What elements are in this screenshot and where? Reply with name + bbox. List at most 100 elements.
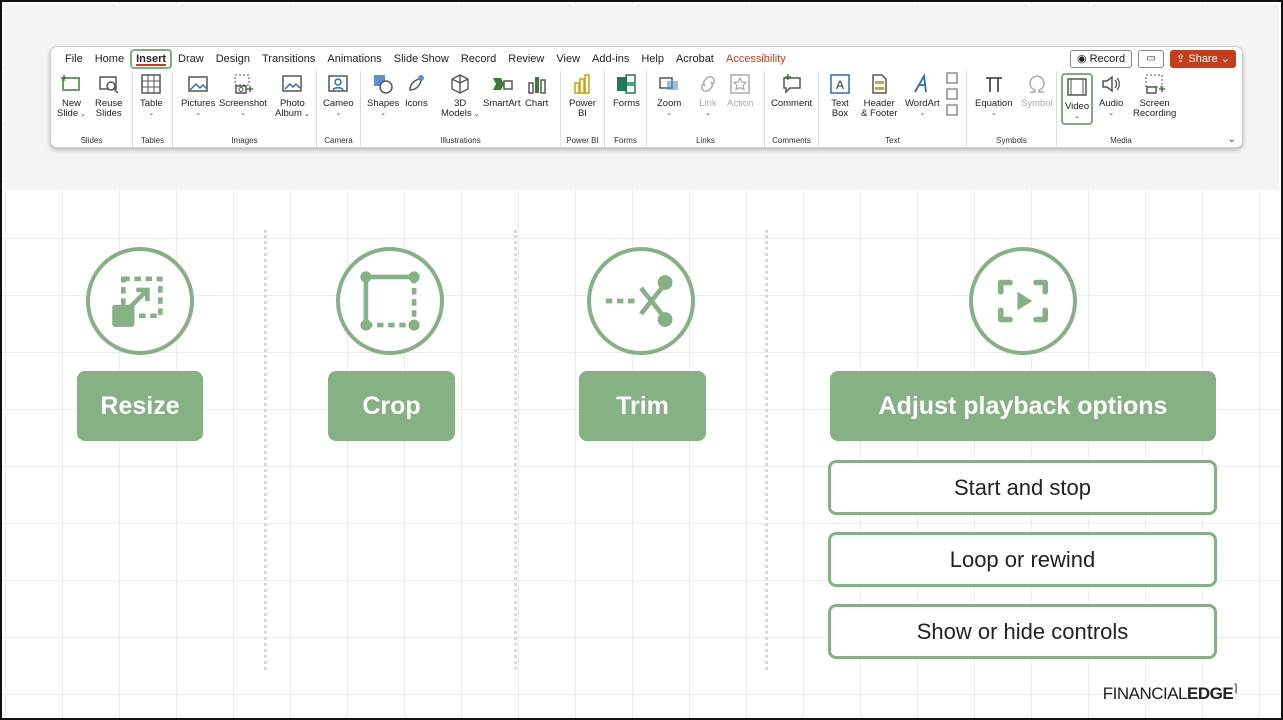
tab-draw[interactable]: Draw	[172, 49, 210, 69]
group-images: Pictures ⌄ Screenshot ⌄ Photo Album ⌄ Im…	[173, 71, 317, 147]
feature-trim-label: Trim	[579, 371, 706, 441]
column-divider	[765, 230, 768, 670]
new-slide-icon	[61, 75, 81, 91]
action-button[interactable]: Action	[727, 73, 753, 109]
ribbon-tools: New Slide ⌄ Reuse Slides Slides Table ⌄ …	[51, 71, 1242, 149]
icons-icon	[409, 75, 425, 91]
group-label-comments: Comments	[772, 136, 811, 145]
column-divider	[264, 230, 267, 670]
record-button[interactable]: ◉ Record	[1069, 50, 1133, 68]
new-slide-button[interactable]: New Slide ⌄	[57, 73, 86, 120]
group-label-illustrations: Illustrations	[440, 136, 481, 145]
tab-accessibility[interactable]: Accessibility	[720, 49, 792, 69]
omega-icon	[1029, 75, 1045, 93]
equation-button[interactable]: Equation ⌄	[975, 73, 1013, 119]
group-label-slides: Slides	[80, 136, 103, 145]
film-icon	[1067, 78, 1087, 96]
option-loop-rewind: Loop or rewind	[828, 532, 1217, 587]
group-slides: New Slide ⌄ Reuse Slides Slides	[51, 71, 133, 147]
group-label-power-bi: Power BI	[566, 136, 599, 145]
powerpoint-ribbon: File Home Insert Draw Design Transitions…	[50, 46, 1243, 148]
video-button[interactable]: Video ⌄	[1061, 73, 1094, 125]
header-footer-button[interactable]: Header & Footer	[861, 73, 897, 119]
tab-transitions[interactable]: Transitions	[256, 49, 321, 69]
smartart-button[interactable]: SmartArt	[483, 73, 520, 109]
cameo-button[interactable]: Cameo ⌄	[323, 73, 354, 119]
feature-crop-label: Crop	[328, 371, 455, 441]
screenshot-icon	[234, 74, 254, 94]
slide-canvas: File Home Insert Draw Design Transitions…	[0, 0, 1283, 720]
tab-review[interactable]: Review	[502, 49, 550, 69]
tab-acrobat[interactable]: Acrobat	[670, 49, 720, 69]
photo-album-icon	[282, 75, 303, 92]
audio-button[interactable]: Audio ⌄	[1099, 73, 1123, 119]
tab-add-ins[interactable]: Add-ins	[586, 49, 635, 69]
shapes-button[interactable]: Shapes ⌄	[367, 73, 399, 119]
option-show-hide-controls: Show or hide controls	[828, 604, 1217, 659]
smartart-icon	[492, 78, 513, 90]
group-camera: Cameo ⌄ Camera	[317, 71, 361, 147]
icons-button[interactable]: Icons	[405, 73, 428, 109]
speaker-icon	[1102, 75, 1121, 93]
link-button[interactable]: Link ⌄	[697, 73, 719, 119]
link-icon	[701, 76, 715, 92]
collapse-ribbon-icon[interactable]: ⌄	[1228, 134, 1236, 145]
group-links: Zoom ⌄ Link ⌄ Action Links	[647, 71, 765, 147]
pictures-button[interactable]: Pictures ⌄	[181, 73, 215, 119]
ribbon-tabs: File Home Insert Draw Design Transitions…	[51, 47, 1242, 71]
share-icon: ⇪	[1176, 53, 1186, 65]
share-button[interactable]: ⇪ Share ⌄	[1170, 50, 1236, 68]
forms-button[interactable]: Forms	[613, 73, 640, 109]
tab-record[interactable]: Record	[455, 49, 502, 69]
svg-text:A: A	[836, 78, 844, 92]
record-label: Record	[1089, 53, 1126, 65]
forms-icon	[617, 74, 637, 94]
playback-icon	[969, 247, 1077, 355]
text-box-button[interactable]: A Text Box	[829, 73, 851, 119]
table-button[interactable]: Table ⌄	[140, 73, 163, 119]
trim-scissors-icon	[587, 247, 695, 355]
comment-button[interactable]: Comment	[771, 73, 812, 109]
group-forms: Forms Forms	[605, 71, 647, 147]
group-label-links: Links	[696, 136, 715, 145]
zoom-icon	[659, 77, 679, 90]
group-media: Video ⌄ Audio ⌄ Screen Recording Media	[1057, 71, 1185, 147]
comments-button[interactable]: ▭	[1138, 50, 1165, 68]
cube-icon	[451, 74, 469, 94]
photo-album-button[interactable]: Photo Album ⌄	[275, 73, 310, 120]
group-label-camera: Camera	[324, 136, 353, 145]
option-start-stop: Start and stop	[828, 460, 1217, 515]
ribbon-right-actions: ◉ Record ▭ ⇪ Share ⌄	[1069, 50, 1236, 68]
comment-icon: ▭	[1146, 53, 1156, 64]
tab-view[interactable]: View	[550, 49, 586, 69]
zoom-button[interactable]: Zoom ⌄	[657, 73, 681, 119]
chart-button[interactable]: Chart	[525, 73, 548, 109]
text-box-icon: A	[830, 74, 850, 94]
tab-animations[interactable]: Animations	[321, 49, 387, 69]
star-icon	[730, 74, 750, 94]
feature-resize-label: Resize	[77, 371, 203, 441]
financial-edge-logo: FINANCIALEDGE⌉	[1102, 683, 1238, 703]
tab-help[interactable]: Help	[635, 49, 670, 69]
tab-design[interactable]: Design	[210, 49, 256, 69]
tab-slide-show[interactable]: Slide Show	[388, 49, 455, 69]
3d-models-button[interactable]: 3D Models ⌄	[441, 73, 479, 120]
wordart-button[interactable]: WordArt ⌄	[905, 73, 940, 119]
reuse-slides-button[interactable]: Reuse Slides	[95, 73, 122, 119]
power-bi-button[interactable]: Power BI	[569, 73, 596, 119]
symbol-button[interactable]: Symbol	[1021, 73, 1053, 109]
resize-icon	[86, 247, 194, 355]
screen-recording-icon	[1145, 74, 1165, 94]
text-extras-icon	[946, 72, 958, 116]
group-label-text: Text	[885, 136, 900, 145]
chevron-down-icon: ⌄	[1220, 53, 1230, 65]
tab-insert[interactable]: Insert	[130, 49, 173, 69]
screenshot-button[interactable]: Screenshot ⌄	[219, 73, 267, 119]
tab-home[interactable]: Home	[89, 49, 130, 69]
tab-file[interactable]: File	[59, 49, 89, 69]
group-label-symbols: Symbols	[996, 136, 1027, 145]
record-dot-icon: ◉	[1076, 53, 1087, 65]
text-extras-button[interactable]	[945, 71, 959, 120]
screen-recording-button[interactable]: Screen Recording	[1133, 73, 1176, 119]
group-comments: Comment Comments	[765, 71, 819, 147]
